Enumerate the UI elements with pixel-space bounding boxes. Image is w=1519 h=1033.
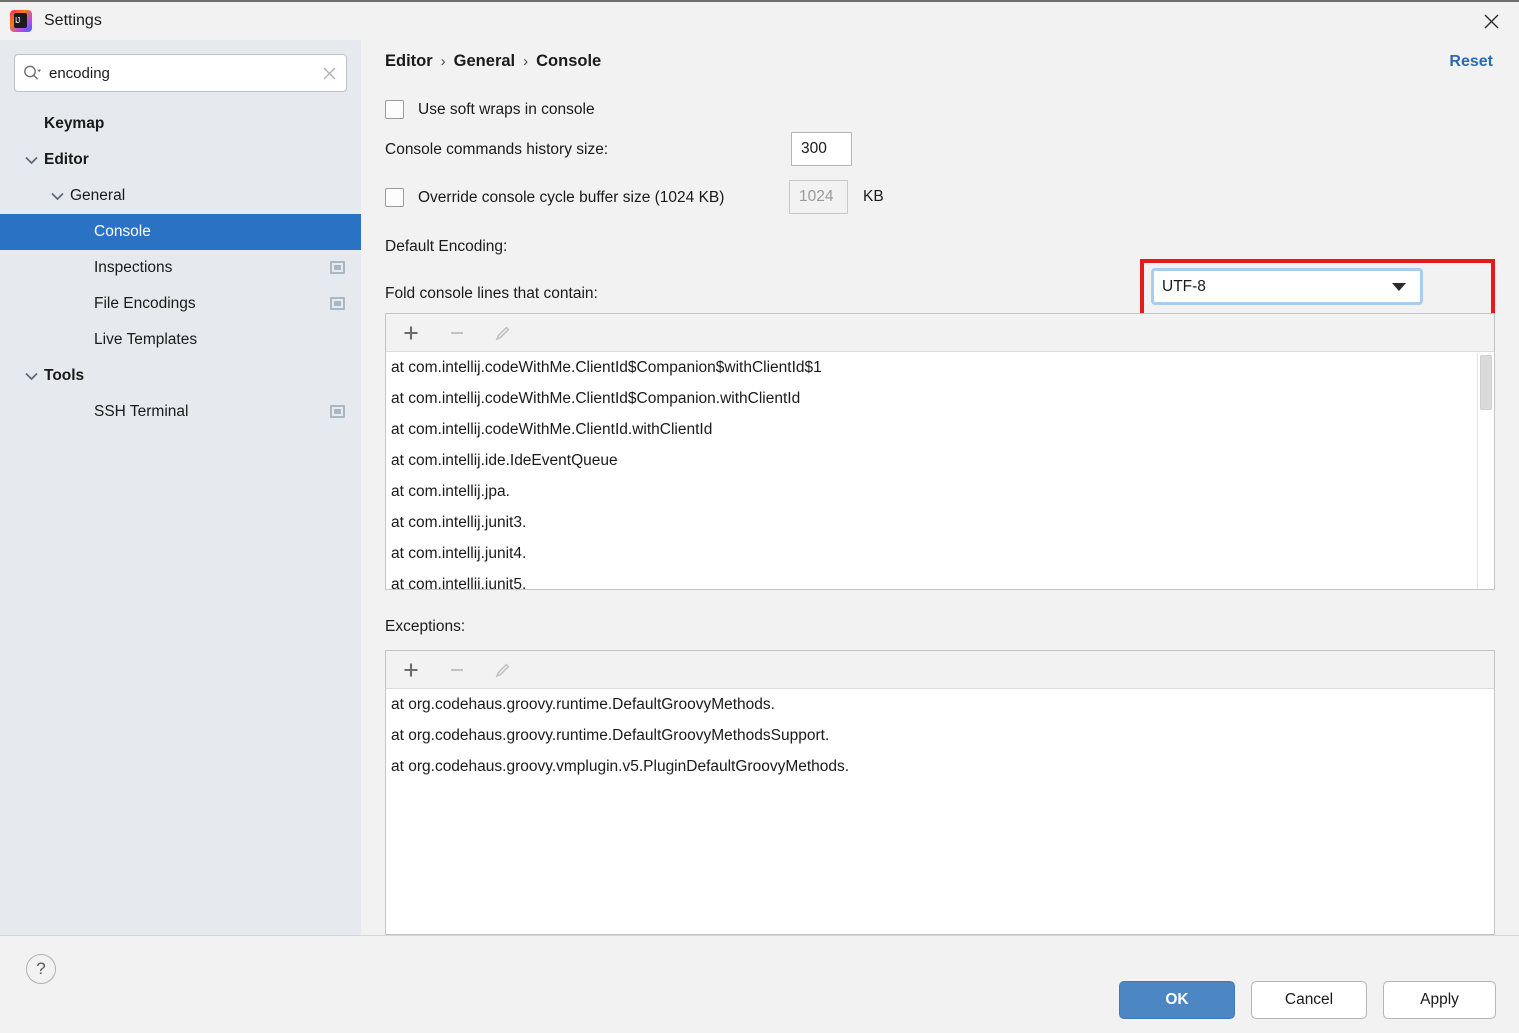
fold-edit-button[interactable] bbox=[490, 320, 516, 346]
history-size-input[interactable] bbox=[791, 132, 852, 166]
ok-button[interactable]: OK bbox=[1119, 981, 1235, 1019]
breadcrumb: Editor › General › Console bbox=[385, 52, 601, 71]
sidebar-item-label: Inspections bbox=[94, 259, 173, 276]
project-scope-badge-icon bbox=[330, 297, 345, 310]
history-size-label: Console commands history size: bbox=[385, 141, 609, 158]
default-encoding-label: Default Encoding: bbox=[385, 238, 508, 255]
title-bar: Settings bbox=[0, 0, 1519, 40]
cycle-buffer-input[interactable] bbox=[789, 180, 848, 214]
list-item[interactable]: at com.intellij.codeWithMe.ClientId$Comp… bbox=[386, 352, 1494, 383]
pencil-icon bbox=[495, 325, 510, 340]
cycle-buffer-checkbox[interactable] bbox=[385, 188, 404, 207]
sidebar-item-console[interactable]: Console bbox=[0, 214, 361, 250]
exceptions-panel: at org.codehaus.groovy.runtime.DefaultGr… bbox=[385, 650, 1495, 935]
exceptions-add-button[interactable] bbox=[398, 657, 424, 683]
pencil-icon bbox=[495, 662, 510, 677]
sidebar-item-general[interactable]: General bbox=[0, 178, 361, 214]
soft-wraps-label: Use soft wraps in console bbox=[418, 100, 595, 118]
project-scope-badge-icon bbox=[330, 405, 345, 418]
exceptions-toolbar bbox=[386, 651, 1494, 689]
minus-icon bbox=[451, 331, 463, 334]
search-field[interactable] bbox=[14, 54, 347, 92]
list-item[interactable]: at org.codehaus.groovy.runtime.DefaultGr… bbox=[386, 689, 1494, 720]
list-item[interactable]: at com.intellij.codeWithMe.ClientId$Comp… bbox=[386, 383, 1494, 414]
sidebar-item-editor[interactable]: Editor bbox=[0, 142, 361, 178]
soft-wraps-row: Use soft wraps in console bbox=[385, 100, 595, 119]
search-input[interactable] bbox=[49, 64, 312, 82]
list-item[interactable]: at org.codehaus.groovy.vmplugin.v5.Plugi… bbox=[386, 751, 1494, 782]
fold-lines-list[interactable]: at com.intellij.codeWithMe.ClientId$Comp… bbox=[386, 352, 1494, 589]
search-glyph bbox=[23, 65, 41, 80]
list-item[interactable]: at com.intellij.jpa. bbox=[386, 476, 1494, 507]
chevron-down-icon bbox=[1392, 282, 1406, 291]
plus-icon bbox=[404, 326, 418, 339]
sidebar: Keymap Editor General Console Inspections Fil… bbox=[0, 40, 361, 935]
sidebar-item-keymap[interactable]: Keymap bbox=[0, 106, 361, 142]
breadcrumb-separator: › bbox=[523, 53, 529, 70]
clear-glyph bbox=[323, 67, 335, 79]
list-item[interactable]: at com.intellij.junit5. bbox=[386, 569, 1494, 589]
soft-wraps-checkbox[interactable] bbox=[385, 100, 404, 119]
cancel-button[interactable]: Cancel bbox=[1251, 981, 1367, 1019]
list-item[interactable]: at org.codehaus.groovy.runtime.DefaultGr… bbox=[386, 720, 1494, 751]
sidebar-item-live-templates[interactable]: Live Templates bbox=[0, 322, 361, 358]
fold-lines-panel: at com.intellij.codeWithMe.ClientId$Comp… bbox=[385, 313, 1495, 590]
cycle-buffer-row: Override console cycle buffer size (1024… bbox=[385, 188, 724, 207]
plus-icon bbox=[404, 663, 418, 676]
chevron-down-icon[interactable] bbox=[22, 151, 40, 169]
breadcrumb-part-editor[interactable]: Editor bbox=[385, 52, 433, 71]
footer-bar: ? OK Cancel Apply bbox=[0, 935, 1519, 1033]
list-item[interactable]: at com.intellij.junit3. bbox=[386, 507, 1494, 538]
exceptions-list[interactable]: at org.codehaus.groovy.runtime.DefaultGr… bbox=[386, 689, 1494, 934]
fold-lines-toolbar bbox=[386, 314, 1494, 352]
apply-button[interactable]: Apply bbox=[1383, 981, 1496, 1019]
fold-add-button[interactable] bbox=[398, 320, 424, 346]
settings-tree: Keymap Editor General Console Inspections Fil… bbox=[0, 106, 361, 430]
breadcrumb-part-console: Console bbox=[536, 52, 602, 70]
exceptions-label: Exceptions: bbox=[385, 618, 466, 635]
intellij-idea-logo-icon bbox=[10, 10, 32, 32]
sidebar-item-label: General bbox=[70, 187, 126, 204]
default-encoding-value: UTF-8 bbox=[1162, 277, 1206, 295]
help-button[interactable]: ? bbox=[26, 954, 56, 984]
chevron-down-icon[interactable] bbox=[48, 187, 66, 205]
search-icon bbox=[15, 55, 49, 91]
exceptions-remove-button[interactable] bbox=[444, 657, 470, 683]
list-item[interactable]: at com.intellij.codeWithMe.ClientId.with… bbox=[386, 414, 1494, 445]
breadcrumb-part-general[interactable]: General bbox=[454, 52, 515, 71]
chevron-down-icon[interactable] bbox=[22, 367, 40, 385]
sidebar-item-file-encodings[interactable]: File Encodings bbox=[0, 286, 361, 322]
breadcrumb-separator: › bbox=[440, 53, 446, 70]
scrollbar-thumb[interactable] bbox=[1480, 355, 1492, 410]
sidebar-item-label: Console bbox=[94, 223, 151, 240]
fold-lines-scrollbar[interactable] bbox=[1477, 353, 1494, 589]
cycle-buffer-label: Override console cycle buffer size (1024… bbox=[418, 188, 725, 206]
sidebar-item-label: Live Templates bbox=[94, 331, 198, 348]
default-encoding-dropdown[interactable]: UTF-8 bbox=[1151, 268, 1423, 305]
main-panel: Editor › General › Console Reset Use sof… bbox=[361, 40, 1519, 935]
window-title: Settings bbox=[44, 12, 102, 29]
reset-link[interactable]: Reset bbox=[1449, 53, 1493, 71]
list-item[interactable]: at com.intellij.ide.IdeEventQueue bbox=[386, 445, 1494, 476]
fold-remove-button[interactable] bbox=[444, 320, 470, 346]
project-scope-badge-icon bbox=[330, 261, 345, 274]
sidebar-item-ssh-terminal[interactable]: SSH Terminal bbox=[0, 394, 361, 430]
cycle-buffer-unit: KB bbox=[863, 188, 884, 205]
exceptions-edit-button[interactable] bbox=[490, 657, 516, 683]
sidebar-item-inspections[interactable]: Inspections bbox=[0, 250, 361, 286]
sidebar-item-label: File Encodings bbox=[94, 295, 196, 312]
sidebar-item-label: Keymap bbox=[44, 115, 105, 132]
list-item[interactable]: at com.intellij.junit4. bbox=[386, 538, 1494, 569]
history-size-label-row: Console commands history size: bbox=[385, 141, 608, 159]
sidebar-item-label: Editor bbox=[44, 151, 89, 168]
close-icon[interactable] bbox=[1463, 2, 1519, 40]
close-glyph bbox=[1484, 14, 1498, 28]
sidebar-item-label: Tools bbox=[44, 367, 85, 384]
sidebar-item-tools[interactable]: Tools bbox=[0, 358, 361, 394]
clear-icon[interactable] bbox=[312, 55, 346, 91]
fold-lines-label: Fold console lines that contain: bbox=[385, 285, 598, 302]
minus-icon bbox=[451, 668, 463, 671]
sidebar-item-label: SSH Terminal bbox=[94, 403, 189, 420]
